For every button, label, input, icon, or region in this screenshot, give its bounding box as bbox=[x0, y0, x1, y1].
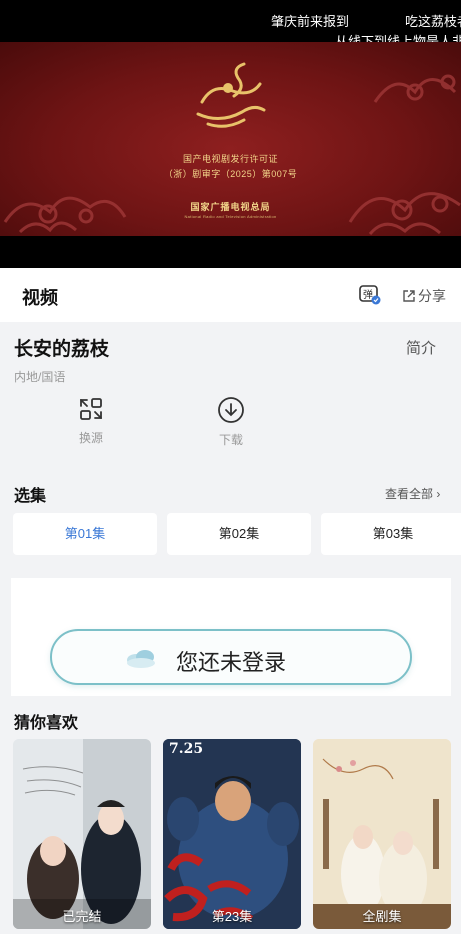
download-button[interactable]: 下载 bbox=[201, 396, 261, 448]
view-all-label: 查看全部 bbox=[385, 487, 434, 501]
license-number: （浙）剧审字（2025）第007号 bbox=[163, 169, 298, 179]
episode-badge: 第23集 bbox=[211, 909, 253, 924]
danmaku-comment: 肇庆前来报到 bbox=[271, 14, 350, 29]
share-icon bbox=[403, 290, 415, 302]
download-icon bbox=[218, 397, 244, 423]
cloud-icon bbox=[127, 650, 155, 668]
poster-image bbox=[163, 739, 301, 929]
license-emblem-icon bbox=[196, 62, 266, 128]
danmaku-settings-icon[interactable]: 弹 bbox=[359, 285, 381, 305]
poster-date: 7.25 bbox=[169, 741, 204, 757]
episode-badge: 已完结 bbox=[62, 909, 102, 924]
switch-source-label: 换源 bbox=[78, 431, 103, 445]
view-all-button[interactable]: 查看全部 › bbox=[385, 485, 440, 502]
episode-badge: 全剧集 bbox=[362, 909, 402, 924]
login-text: 您还未登录 bbox=[176, 650, 287, 675]
header-bar: 视频 弹 分享 bbox=[0, 268, 461, 322]
recommend-card[interactable]: 全剧集 bbox=[313, 739, 451, 929]
switch-source-icon bbox=[80, 398, 102, 420]
download-label: 下载 bbox=[218, 433, 243, 447]
svg-text:弹: 弹 bbox=[363, 288, 373, 301]
admin-name: 国家广播电视总局 bbox=[190, 202, 271, 212]
recommend-card[interactable]: 7.25 第23集 bbox=[163, 739, 301, 929]
intro-button[interactable]: 简介 bbox=[406, 337, 436, 358]
poster-image bbox=[13, 739, 151, 929]
license-title: 国产电视剧发行许可证 bbox=[182, 154, 278, 164]
episode-item[interactable]: 第01集 bbox=[13, 513, 157, 555]
poster-image bbox=[313, 739, 451, 929]
admin-name-en: National Radio and Television Administra… bbox=[184, 214, 277, 219]
show-title: 长安的荔枝 bbox=[14, 339, 110, 360]
recommend-card[interactable]: 已完结 bbox=[13, 739, 151, 929]
danmaku-comment: 吃这荔枝者 bbox=[405, 14, 461, 29]
login-button[interactable]: 您还未登录 bbox=[50, 629, 412, 685]
episode-item[interactable]: 第02集 bbox=[167, 513, 311, 555]
chevron-right-icon: › bbox=[436, 487, 441, 501]
episode-item[interactable]: 第03集 bbox=[321, 513, 461, 555]
switch-source-button[interactable]: 换源 bbox=[61, 396, 121, 446]
show-meta: 内地/国语 bbox=[14, 370, 66, 384]
share-label: 分享 bbox=[418, 288, 446, 304]
share-button[interactable]: 分享 bbox=[402, 286, 446, 306]
cloud-pattern-top-right bbox=[373, 74, 457, 103]
episodes-title: 选集 bbox=[14, 488, 47, 505]
recommend-title: 猜你喜欢 bbox=[14, 715, 79, 732]
page-title: 视频 bbox=[22, 288, 58, 308]
video-frame: 国产电视剧发行许可证 （浙）剧审字（2025）第007号 国家广播电视总局 Na… bbox=[0, 42, 461, 236]
video-player[interactable]: 肇庆前来报到 吃这荔枝者 从线下到线上物是人非 bbox=[0, 0, 461, 268]
